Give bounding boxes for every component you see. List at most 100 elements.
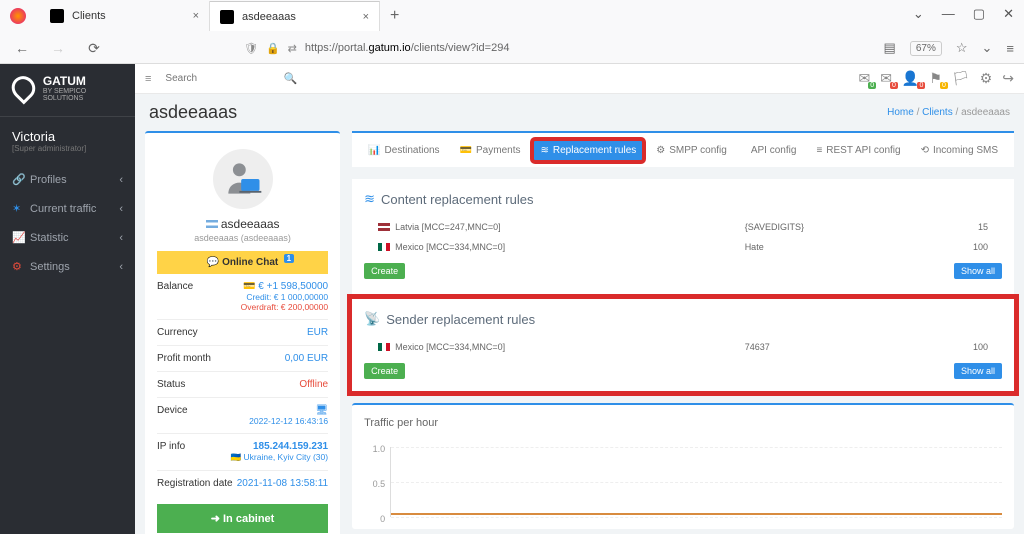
url-text: https://portal.gatum.io/clients/view?id=… <box>305 42 752 54</box>
show-all-sender-rules-button[interactable]: Show all <box>954 363 1002 379</box>
search-input[interactable] <box>161 69 301 88</box>
client-tabs: 📊Destinations💳Payments≋Replacement rules… <box>352 131 1014 167</box>
create-content-rule-button[interactable]: Create <box>364 263 405 279</box>
flag-icon <box>378 343 390 351</box>
tab-smpp-config[interactable]: ⚙SMPP config <box>648 139 735 162</box>
chevron-left-icon: ‹ <box>119 203 123 215</box>
currency-value: EUR <box>307 327 328 338</box>
favicon-icon <box>50 9 64 23</box>
sidebar-item-profiles[interactable]: 🔗Profiles‹ <box>0 165 135 194</box>
sidebar-item-settings[interactable]: ⚙Settings‹ <box>0 252 135 281</box>
back-button[interactable]: ← <box>10 40 34 56</box>
window-maximize-icon[interactable]: ▢ <box>973 6 985 22</box>
in-cabinet-button[interactable]: ➜ In cabinet <box>157 504 328 533</box>
chevron-left-icon: ‹ <box>119 232 123 244</box>
window-close-icon[interactable]: ✕ <box>1003 6 1014 22</box>
status-value: Offline <box>299 379 328 390</box>
flag-ar-icon <box>206 220 218 228</box>
antenna-icon: 📡 <box>364 311 380 327</box>
breadcrumb: Home / Clients / asdeeaaas <box>887 107 1010 118</box>
brand: GATUM BY SEMPICO SOLUTIONS <box>0 74 135 117</box>
browser-tab-asdeeaaas[interactable]: asdeeaaas × <box>210 1 380 31</box>
create-sender-rule-button[interactable]: Create <box>364 363 405 379</box>
top-badge[interactable]: 🏳 <box>952 70 970 87</box>
top-badge[interactable]: ⚙ <box>980 70 993 87</box>
user-name: Victoria <box>12 129 123 144</box>
reg-value: 2021-11-08 13:58:11 <box>237 478 328 489</box>
tab-api-config[interactable]: API config <box>739 139 805 162</box>
tab-icon: ⟲ <box>921 145 929 156</box>
brand-logo-icon <box>7 71 40 104</box>
sidebar-item-statistic[interactable]: 📈Statistic‹ <box>0 223 135 252</box>
breadcrumb-clients[interactable]: Clients <box>922 107 953 118</box>
client-card: asdeeaaas asdeeaaas (asdeeaaas) 💬 Online… <box>145 131 340 534</box>
ip-label: IP info <box>157 441 185 463</box>
tab-title: asdeeaaas <box>242 11 355 23</box>
brand-tagline: BY SEMPICO SOLUTIONS <box>43 88 123 102</box>
bookmark-icon[interactable]: ☆ <box>956 40 968 56</box>
show-all-content-rules-button[interactable]: Show all <box>954 263 1002 279</box>
tab-title: Clients <box>72 10 185 22</box>
tab-payments[interactable]: 💳Payments <box>452 139 529 162</box>
traffic-chart: 00.51.0 <box>390 447 1002 517</box>
chart-title: Traffic per hour <box>364 417 1002 429</box>
wave-icon: ≋ <box>364 191 375 207</box>
chat-badge: 1 <box>284 254 294 263</box>
chevron-left-icon: ‹ <box>119 261 123 273</box>
firefox-logo-icon <box>10 8 26 24</box>
page-title: asdeeaaas <box>149 102 237 123</box>
client-name: asdeeaaas <box>157 217 328 231</box>
monitor-icon: 🖥 <box>315 405 328 416</box>
zoom-level[interactable]: 67% <box>910 41 942 56</box>
top-badge[interactable]: ✉0 <box>858 70 870 87</box>
tab-destinations[interactable]: 📊Destinations <box>360 139 447 162</box>
sidebar-item-traffic[interactable]: ✶Current traffic‹ <box>0 194 135 223</box>
tab-icon: 📊 <box>368 145 380 156</box>
top-badge[interactable]: ⚑0 <box>929 70 942 87</box>
hamburger-icon[interactable]: ≡ <box>145 73 151 85</box>
new-tab-button[interactable]: + <box>380 7 409 25</box>
window-minimize-icon[interactable]: — <box>942 6 955 22</box>
tab-replacement-rules[interactable]: ≋Replacement rules <box>532 139 644 162</box>
tab-rest-api-config[interactable]: ≡REST API config <box>808 139 908 162</box>
address-bar[interactable]: 🛡 🔒 ⇄ https://portal.gatum.io/clients/vi… <box>238 42 758 55</box>
profit-label: Profit month <box>157 353 211 364</box>
tab-close-icon[interactable]: × <box>193 10 199 22</box>
currency-label: Currency <box>157 327 198 338</box>
brand-name: GATUM <box>43 74 123 88</box>
flag-icon <box>378 223 390 231</box>
reader-icon[interactable]: ▤ <box>884 40 896 56</box>
chart-icon: 📈 <box>12 231 24 244</box>
pocket-icon[interactable]: ⌄ <box>982 40 993 56</box>
top-badge[interactable]: ✉0 <box>880 70 892 87</box>
top-badge[interactable]: 👤0 <box>902 70 919 87</box>
client-sub: asdeeaaas (asdeeaaas) <box>157 233 328 243</box>
online-chat-button[interactable]: 💬 Online Chat1 <box>157 251 328 274</box>
device-label: Device <box>157 405 188 426</box>
tab-incoming-sms[interactable]: ⟲Incoming SMS <box>913 139 1006 162</box>
lock-icon[interactable]: 🔒 <box>266 42 280 55</box>
top-badge[interactable]: ↪ <box>1002 70 1014 87</box>
breadcrumb-home[interactable]: Home <box>887 107 914 118</box>
reload-button[interactable]: ⟳ <box>82 40 106 57</box>
shield-icon[interactable]: 🛡 <box>244 42 258 55</box>
tab-icon: 💳 <box>460 145 472 156</box>
rule-row[interactable]: Latvia [MCC=247,MNC=0]{SAVEDIGITS}15 <box>364 217 1002 237</box>
profit-value: 0,00 EUR <box>285 353 328 364</box>
device-value: 🖥2022-12-12 16:43:16 <box>249 405 328 426</box>
rule-row[interactable]: Mexico [MCC=334,MNC=0]Hate100 <box>364 237 1002 257</box>
window-dropdown-icon[interactable]: ⌄ <box>913 6 924 22</box>
permissions-icon[interactable]: ⇄ <box>288 42 297 55</box>
tab-close-icon[interactable]: × <box>363 11 369 23</box>
menu-icon[interactable]: ≡ <box>1006 41 1014 56</box>
share-icon: ✶ <box>12 202 24 215</box>
search-icon[interactable]: 🔍 <box>284 72 298 85</box>
browser-tab-clients[interactable]: Clients × <box>40 1 210 31</box>
ip-value: 185.244.159.231🇺🇦 Ukraine, Kyiv City (30… <box>231 441 329 463</box>
traffic-chart-card: Traffic per hour 00.51.0 <box>352 403 1014 529</box>
rule-row[interactable]: Mexico [MCC=334,MNC=0]74637100 <box>364 337 1002 357</box>
chevron-left-icon: ‹ <box>119 174 123 186</box>
flag-icon <box>378 243 390 251</box>
balance-label: Balance <box>157 281 193 312</box>
user-role: [Super administrator] <box>12 144 123 153</box>
